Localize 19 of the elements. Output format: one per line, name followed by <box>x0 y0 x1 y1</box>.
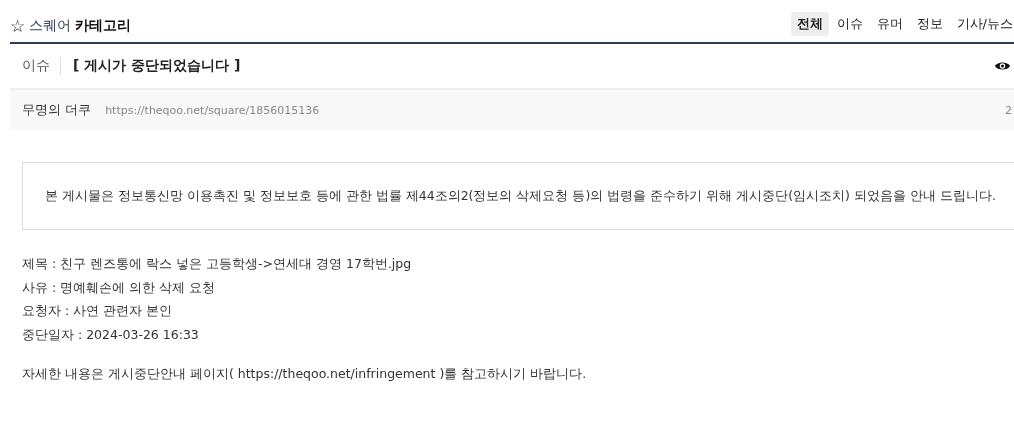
author-name: 무명의 더쿠 <box>22 101 92 119</box>
category-tab[interactable]: 기사/뉴스 <box>950 12 1014 36</box>
footer-text: 자세한 내용은 게시중단안내 페이지( https://theqoo.net/infringement )를 참고하시기 바랍니다. <box>22 366 588 383</box>
post-category[interactable]: 이슈 <box>22 57 61 75</box>
detail-line: 요청자 : 사연 관련자 본인 <box>22 302 174 320</box>
notice-text: 본 게시물은 정보통신망 이용촉진 및 정보보호 등에 관한 법률 제44조의2(정보의 삭제요청 등)의 법령을 준수하기 위해 게시중단(임시조치) 되었음을 안내 드립니다. <box>45 187 996 205</box>
category-prefix: 스퀘어 <box>29 17 72 35</box>
post-title: [ 게시가 중단되었습니다 ] <box>73 57 242 75</box>
category-tab[interactable]: 유머 <box>870 12 909 36</box>
detail-line: 제목 : 친구 렌즈통에 락스 넣은 고등학생->연세대 경영 17학번.jpg <box>22 255 413 273</box>
post-date: 2 <box>1005 103 1012 117</box>
category-tab[interactable]: 이슈 <box>830 12 869 36</box>
category-tab[interactable]: 정보 <box>910 12 949 36</box>
detail-line: 중단일자 : 2024-03-26 16:33 <box>22 325 200 344</box>
category-title: 카테고리 <box>75 17 132 35</box>
category-tab[interactable]: 전체 <box>790 12 829 36</box>
star-icon[interactable]: ☆ <box>10 16 26 36</box>
detail-line: 사유 : 명예훼손에 의한 삭제 요청 <box>22 278 217 297</box>
eye-icon <box>994 60 1011 72</box>
